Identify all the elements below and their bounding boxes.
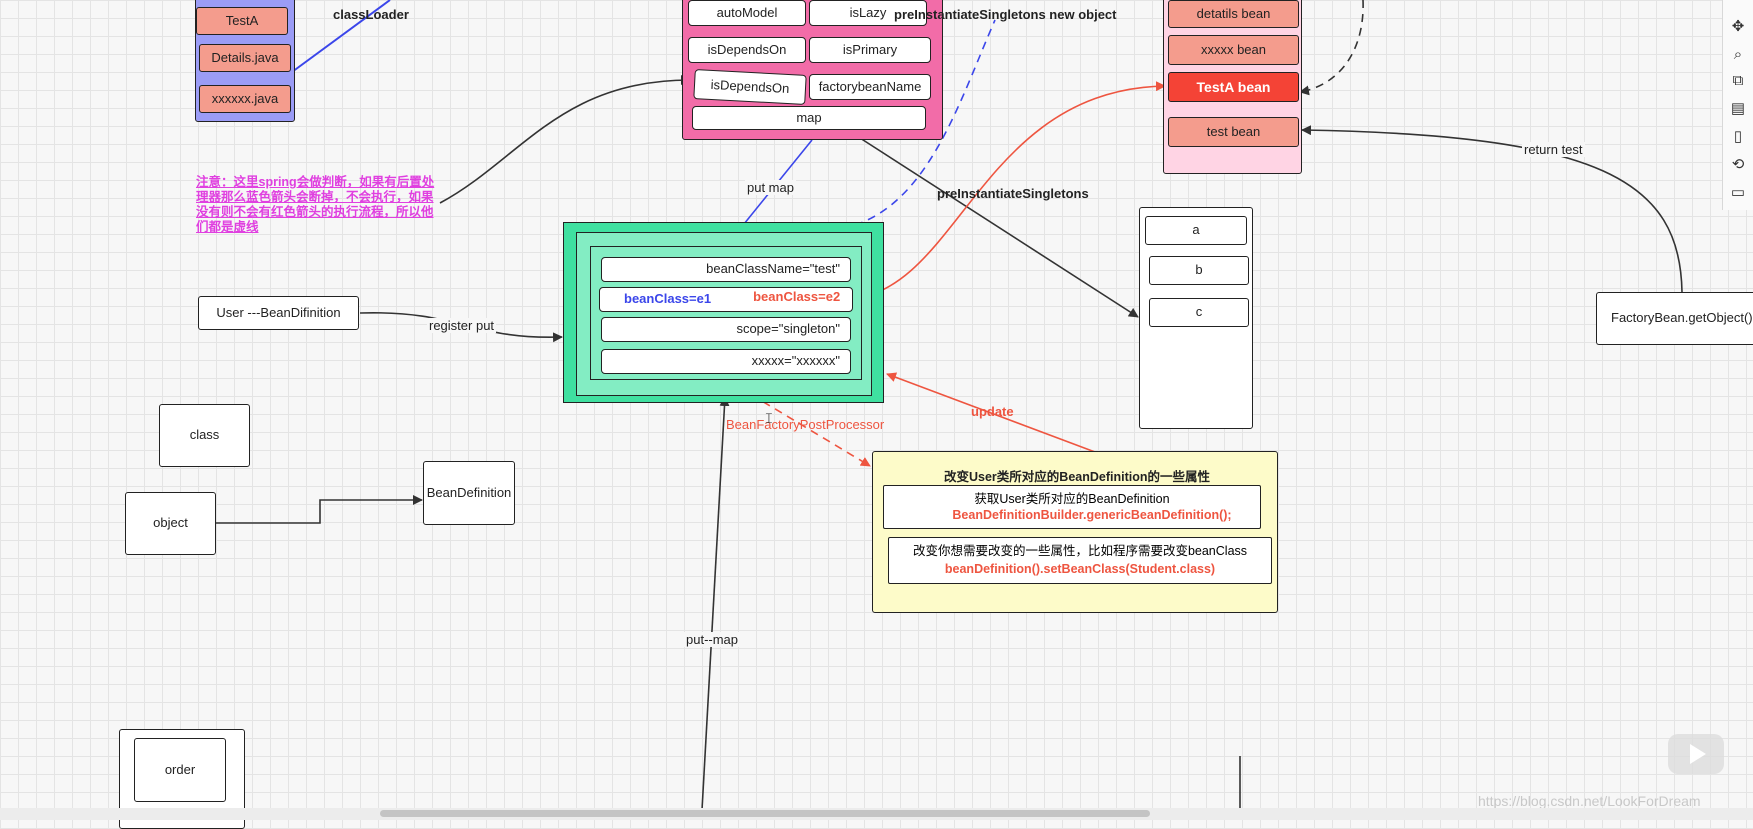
navigate-icon[interactable]: ✥ <box>1730 18 1746 35</box>
arrange-icon[interactable]: ⧉ <box>1730 72 1746 89</box>
history-icon[interactable]: ⟲ <box>1730 156 1746 173</box>
abc-item-c[interactable]: c <box>1149 298 1249 327</box>
prop-map[interactable]: map <box>692 106 926 130</box>
user-bean-definition-node[interactable]: User ---BeanDifinition <box>198 296 359 330</box>
prop-is-primary[interactable]: isPrimary <box>809 37 931 63</box>
factory-bean-box[interactable]: FactoryBean.getObject() <box>1596 292 1753 345</box>
row1-code: BeanDefinitionBuilder.genericBeanDefinit… <box>952 508 1232 523</box>
note-text: 注意：这里spring会做判断，如果有后置处理器那么蓝色箭头会断掉，不会执行，如… <box>196 175 435 234</box>
pool-item-xxxxx[interactable]: xxxxx bean <box>1168 35 1299 65</box>
label-update: update <box>971 404 1014 419</box>
text-cursor-icon: 𝙸 <box>764 410 774 426</box>
edge-dashed-testa <box>1299 0 1364 96</box>
page-icon[interactable]: ▯ <box>1730 128 1746 145</box>
row1-text: 获取User类所对应的BeanDefinition <box>974 492 1170 506</box>
horizontal-scrollbar[interactable] <box>0 808 1753 820</box>
edge-return-test <box>1301 125 1683 293</box>
bean-prop-bean-class[interactable]: beanClass =e1 beanClass=e2 <box>599 287 853 312</box>
label-put-map-2: put--map <box>684 632 741 647</box>
pool-item-detatils[interactable]: detatils bean <box>1168 0 1299 28</box>
label-return-test: return test <box>1522 142 1585 157</box>
format-icon[interactable]: ⌕ <box>1730 46 1746 63</box>
watermark: https://blog.csdn.net/LookForDream_ <box>1478 793 1709 809</box>
bean-definition-node[interactable]: BeanDefinition <box>423 461 515 525</box>
edge-note-to-props <box>439 75 691 204</box>
bean-prop-xxxxx[interactable]: xxxxx="xxxxxx" <box>601 349 851 374</box>
prop-auto-model[interactable]: autoModel <box>688 0 806 26</box>
label-bfpp: BeanFactoryPostProcessor <box>726 417 885 432</box>
source-item-details[interactable]: Details.java <box>199 44 291 72</box>
row2-text: 改变你想需要改变的一些属性，比如程序需要改变beanClass <box>912 544 1248 558</box>
scrollbar-thumb[interactable] <box>380 810 1150 817</box>
bean-class-e1-val: =e1 <box>689 291 712 307</box>
outline-icon[interactable]: ▤ <box>1730 100 1746 117</box>
pool-item-test[interactable]: test bean <box>1168 117 1299 147</box>
modify-box-title: 改变User类所对应的BeanDefinition的一些属性 <box>944 470 1210 484</box>
prop-is-depends-on-tilted[interactable]: isDependsOn <box>693 69 807 105</box>
edge-pre-instantiate <box>859 137 1139 318</box>
row2-code: beanDefinition().setBeanClass(Student.cl… <box>944 561 1216 576</box>
right-toolbar: ✥ ⌕ ⧉ ▤ ▯ ⟲ ▭ <box>1722 0 1753 210</box>
label-put-map: put map <box>745 180 796 195</box>
abc-item-b[interactable]: b <box>1149 256 1249 285</box>
label-register-put: register put <box>427 318 497 333</box>
bean-class-e2: beanClass=e2 <box>753 289 841 305</box>
comment-icon[interactable]: ▭ <box>1730 184 1746 201</box>
prop-factory-bean-name[interactable]: factorybeanName <box>809 74 931 100</box>
bean-prop-scope[interactable]: scope="singleton" <box>601 317 851 342</box>
object-node[interactable]: object <box>125 492 216 555</box>
bean-class-e1-key: beanClass <box>624 291 690 307</box>
edge-object-to-bd <box>216 495 423 524</box>
prop-is-depends-on[interactable]: isDependsOn <box>688 37 806 63</box>
bean-prop-class-name[interactable]: beanClassName="test" <box>601 257 851 282</box>
order-node[interactable]: order <box>134 738 226 802</box>
label-classloader: classLoader <box>333 7 409 22</box>
class-node[interactable]: class <box>159 404 250 467</box>
source-item-xxxxxx[interactable]: xxxxxx.java <box>199 85 291 113</box>
pool-item-testa[interactable]: TestA bean <box>1168 72 1299 102</box>
modify-box-row2[interactable]: 改变你想需要改变的一些属性，比如程序需要改变beanClass beanDefi… <box>888 537 1272 584</box>
source-item-testa[interactable]: TestA <box>196 7 288 35</box>
label-pre-instantiate: preInstantiateSingletons <box>937 186 1089 201</box>
label-pre-instantiate-new: preInstantiateSingletons new object <box>894 7 1117 22</box>
modify-box-row1[interactable]: 获取User类所对应的BeanDefinition BeanDefinition… <box>883 485 1261 529</box>
play-button-icon[interactable] <box>1668 734 1724 774</box>
factory-bean-label: FactoryBean.getObject() <box>1611 310 1753 326</box>
edge-put-map-2 <box>701 396 730 811</box>
abc-item-a[interactable]: a <box>1145 216 1247 245</box>
diagram-canvas[interactable]: TestA Details.java xxxxxx.java classLoad… <box>0 0 1753 829</box>
